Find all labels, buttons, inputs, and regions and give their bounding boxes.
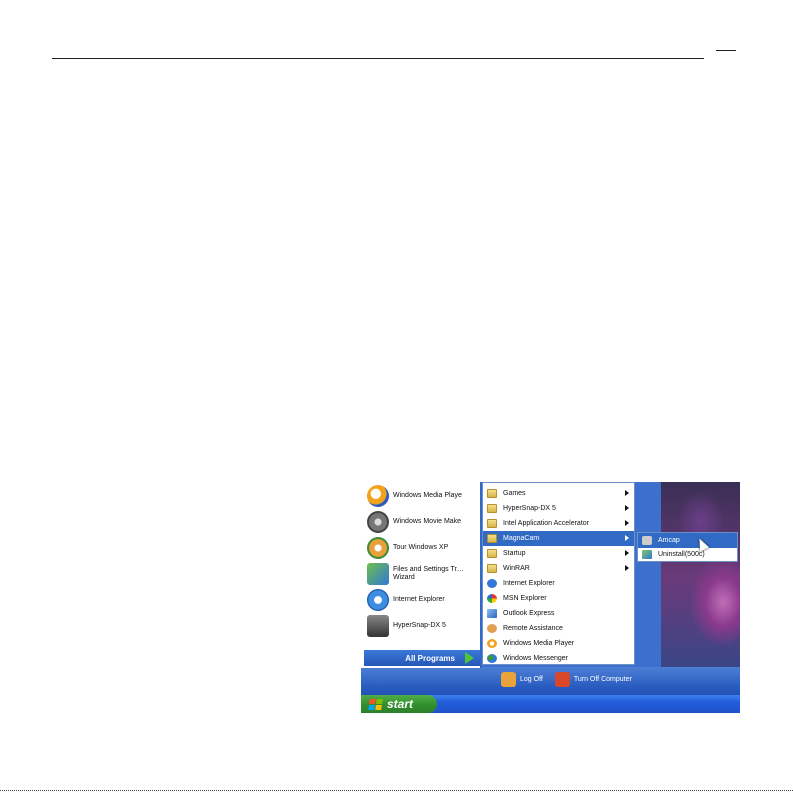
- outlook-icon: [487, 609, 497, 618]
- desktop-wallpaper: [661, 482, 740, 697]
- folder-icon: [487, 519, 497, 528]
- menu-item-internet-explorer[interactable]: Internet Explorer: [483, 576, 634, 591]
- submenu-arrow-icon: [625, 520, 629, 526]
- menu-item-winrar[interactable]: WinRAR: [483, 561, 634, 576]
- pinned-item-tour-windows-xp[interactable]: Tour Windows XP: [367, 535, 483, 561]
- hypersnap-icon: [367, 615, 389, 637]
- submenu-arrow-icon: [625, 490, 629, 496]
- header-rule: [52, 58, 704, 59]
- turn-off-computer-button[interactable]: Turn Off Computer: [574, 676, 632, 683]
- power-icon: [554, 672, 570, 687]
- menu-item-label: Games: [503, 490, 526, 497]
- folder-icon: [487, 564, 497, 573]
- internet-explorer-icon: [367, 589, 389, 611]
- submenu-arrow-icon: [625, 505, 629, 511]
- submenu-arrow-icon: [625, 565, 629, 571]
- messenger-icon: [487, 654, 497, 663]
- pinned-item-windows-media-player[interactable]: Windows Media Playe: [367, 483, 483, 509]
- submenu-arrow-icon: [625, 550, 629, 556]
- folder-icon: [487, 534, 497, 543]
- menu-item-label: Outlook Express: [503, 610, 555, 617]
- log-off-icon: [501, 672, 516, 687]
- submenu-item-amcap[interactable]: Amcap: [638, 533, 737, 548]
- folder-icon: [487, 549, 497, 558]
- movie-maker-icon: [367, 511, 389, 533]
- media-player-icon: [487, 639, 497, 648]
- camera-icon: [642, 536, 652, 545]
- menu-item-label: Intel Application Accelerator: [503, 520, 589, 527]
- pinned-item-internet-explorer[interactable]: Internet Explorer: [367, 587, 483, 613]
- windows-flag-icon: [368, 698, 383, 710]
- menu-item-hypersnap[interactable]: HyperSnap-DX 5: [483, 501, 634, 516]
- start-button[interactable]: start: [361, 695, 437, 713]
- pinned-item-windows-movie-maker[interactable]: Windows Movie Make: [367, 509, 483, 535]
- transfer-wizard-icon: [367, 563, 389, 585]
- internet-explorer-icon: [487, 579, 497, 588]
- menu-item-windows-media-player[interactable]: Windows Media Player: [483, 636, 634, 651]
- media-player-icon: [367, 485, 389, 507]
- folder-icon: [487, 504, 497, 513]
- pinned-item-label: HyperSnap-DX 5: [393, 622, 446, 629]
- msn-icon: [487, 594, 497, 603]
- pinned-item-label: Windows Media Playe: [393, 492, 462, 499]
- power-options: Log Off Turn Off Computer: [501, 672, 632, 687]
- screenshot: Windows Media Playe Windows Movie Make T…: [361, 482, 740, 713]
- menu-item-remote-assistance[interactable]: Remote Assistance: [483, 621, 634, 636]
- submenu-arrow-icon: [625, 535, 629, 541]
- bottom-rule: [0, 790, 793, 791]
- menu-item-games[interactable]: Games: [483, 486, 634, 501]
- pinned-item-transfer-wizard[interactable]: Files and Settings Tr… Wizard: [367, 561, 483, 587]
- menu-item-label: Windows Messenger: [503, 655, 568, 662]
- pinned-item-label: Internet Explorer: [393, 596, 445, 603]
- remote-assistance-icon: [487, 624, 497, 633]
- log-off-button[interactable]: Log Off: [520, 676, 543, 683]
- start-label: start: [387, 697, 414, 711]
- menu-item-label: MSN Explorer: [503, 595, 547, 602]
- programs-menu: Games HyperSnap-DX 5 Intel Application A…: [482, 482, 635, 665]
- menu-item-label: Windows Media Player: [503, 640, 575, 647]
- pinned-item-label: Tour Windows XP: [393, 544, 449, 551]
- submenu-item-label: Amcap: [658, 537, 680, 544]
- uninstall-icon: [642, 550, 652, 559]
- all-programs-button[interactable]: All Programs: [364, 650, 480, 666]
- pinned-item-hypersnap[interactable]: HyperSnap-DX 5: [367, 613, 483, 639]
- play-arrow-icon: [465, 652, 474, 664]
- menu-item-windows-messenger[interactable]: Windows Messenger: [483, 651, 634, 666]
- submenu-item-uninstall[interactable]: Uninstall(500c): [638, 547, 737, 562]
- pinned-item-label: Windows Movie Make: [393, 518, 462, 525]
- start-menu-left-pane: Windows Media Playe Windows Movie Make T…: [361, 482, 482, 668]
- menu-item-startup[interactable]: Startup: [483, 546, 634, 561]
- menu-item-label: WinRAR: [503, 565, 530, 572]
- menu-item-intel-application-accelerator[interactable]: Intel Application Accelerator: [483, 516, 634, 531]
- menu-item-label: MagnaCam: [503, 535, 540, 542]
- menu-item-label: Internet Explorer: [503, 580, 555, 587]
- menu-item-label: Remote Assistance: [503, 625, 563, 632]
- menu-item-msn-explorer[interactable]: MSN Explorer: [483, 591, 634, 606]
- menu-item-label: HyperSnap-DX 5: [503, 505, 556, 512]
- menu-item-label: Startup: [503, 550, 526, 557]
- tour-xp-icon: [367, 537, 389, 559]
- menu-item-magnacam[interactable]: MagnaCam: [483, 531, 634, 546]
- page-number-mark: [716, 50, 736, 51]
- pinned-item-label: Files and Settings Tr… Wizard: [393, 566, 464, 581]
- magnacam-submenu: Amcap Uninstall(500c): [637, 532, 738, 562]
- submenu-item-label: Uninstall(500c): [658, 551, 705, 558]
- folder-icon: [487, 489, 497, 498]
- all-programs-label: All Programs: [405, 653, 455, 663]
- menu-item-outlook-express[interactable]: Outlook Express: [483, 606, 634, 621]
